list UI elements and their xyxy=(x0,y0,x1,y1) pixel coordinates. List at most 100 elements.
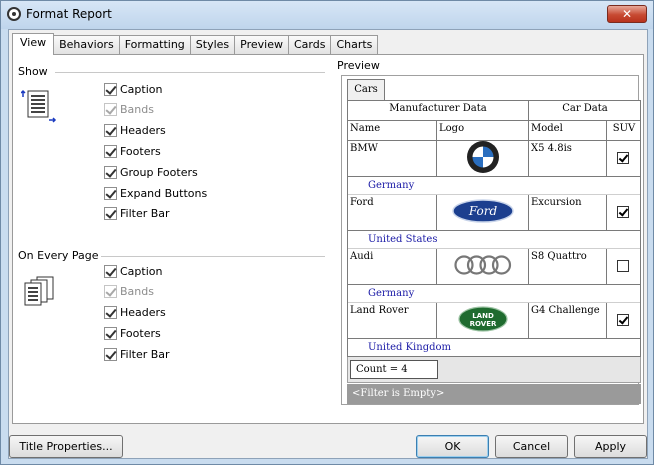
show-caption-checkbox[interactable] xyxy=(104,82,117,96)
every-page-bands-option: Bands xyxy=(104,285,154,299)
format-report-window: Format Report ✕ View Behaviors Formattin… xyxy=(0,0,654,465)
tab-cards[interactable]: Cards xyxy=(288,35,332,54)
preview-caption-tab: Cars xyxy=(347,79,385,100)
cell-suv xyxy=(607,303,640,339)
suv-checkbox xyxy=(617,206,629,218)
cancel-button[interactable]: Cancel xyxy=(495,435,568,458)
cell-model: X5 4.8is xyxy=(529,141,607,177)
show-group-footers-label: Group Footers xyxy=(120,165,198,179)
show-bands-option: Bands xyxy=(104,103,154,117)
show-group-footers-checkbox[interactable] xyxy=(104,165,117,179)
footer-area: Count = 4 xyxy=(347,357,641,383)
show-headers-label: Headers xyxy=(120,124,166,138)
every-page-headers-checkbox[interactable] xyxy=(104,306,117,320)
every-page-filter-bar-checkbox[interactable] xyxy=(104,347,117,361)
suv-checkbox xyxy=(617,314,629,326)
ok-button[interactable]: OK xyxy=(416,435,489,458)
every-page-caption-option[interactable]: Caption xyxy=(104,264,162,278)
filter-bar: <Filter is Empty> xyxy=(347,384,641,404)
every-page-footers-label: Footers xyxy=(120,326,161,340)
cell-suv xyxy=(607,249,640,285)
show-expand-buttons-label: Expand Buttons xyxy=(120,186,208,200)
show-divider xyxy=(55,72,325,73)
cell-suv xyxy=(607,195,640,231)
tab-styles[interactable]: Styles xyxy=(190,35,236,54)
show-caption-label: Caption xyxy=(120,82,163,96)
preview-pane: Cars Manufacturer Data Car Data Name Log… xyxy=(341,75,641,405)
show-group-footers-option[interactable]: Group Footers xyxy=(104,165,198,179)
svg-text:ROVER: ROVER xyxy=(469,320,496,328)
header-name: Name xyxy=(348,121,437,141)
show-footers-option[interactable]: Footers xyxy=(104,144,161,158)
dialog-body: View Behaviors Formatting Styles Preview… xyxy=(8,29,648,459)
title-bar[interactable]: Format Report ✕ xyxy=(1,1,653,29)
header-model: Model xyxy=(529,121,607,141)
cell-name: Ford xyxy=(348,195,437,231)
show-headers-checkbox[interactable] xyxy=(104,124,117,138)
show-footers-checkbox[interactable] xyxy=(104,144,117,158)
land-rover-logo: LAND ROVER xyxy=(457,306,508,335)
show-bands-checkbox xyxy=(104,103,117,117)
every-page-section-label: On Every Page xyxy=(18,249,99,262)
every-page-caption-checkbox[interactable] xyxy=(104,264,117,278)
show-expand-buttons-option[interactable]: Expand Buttons xyxy=(104,186,207,200)
cell-logo xyxy=(437,249,529,285)
show-filter-bar-label: Filter Bar xyxy=(120,207,170,221)
band-car-data: Car Data xyxy=(529,101,640,121)
show-headers-option[interactable]: Headers xyxy=(104,124,166,138)
count-summary: Count = 4 xyxy=(350,360,438,379)
every-page-caption-label: Caption xyxy=(120,264,163,278)
close-button[interactable]: ✕ xyxy=(607,5,647,23)
cell-name: Land Rover xyxy=(348,303,437,339)
band-manufacturer: Manufacturer Data xyxy=(348,101,529,121)
view-tab-panel: Show Caption Bands Headers Footers Group Foo… xyxy=(12,54,644,424)
cell-model: Excursion xyxy=(529,195,607,231)
every-page-filter-bar-option[interactable]: Filter Bar xyxy=(104,347,170,361)
tab-strip: View Behaviors Formatting Styles Preview… xyxy=(12,33,379,55)
every-page-filter-bar-label: Filter Bar xyxy=(120,347,170,361)
cell-model: S8 Quattro xyxy=(529,249,607,285)
show-filter-bar-checkbox[interactable] xyxy=(104,207,117,221)
tab-view[interactable]: View xyxy=(12,33,55,55)
suv-checkbox xyxy=(617,152,629,164)
tab-behaviors[interactable]: Behaviors xyxy=(54,35,120,54)
show-filter-bar-option[interactable]: Filter Bar xyxy=(104,207,170,221)
cell-logo: LAND ROVER xyxy=(437,303,529,339)
svg-text:Ford: Ford xyxy=(467,204,497,218)
app-gear-icon xyxy=(7,7,21,21)
every-page-footers-option[interactable]: Footers xyxy=(104,326,161,340)
every-page-bands-label: Bands xyxy=(120,285,154,299)
show-caption-option[interactable]: Caption xyxy=(104,82,162,96)
title-properties-button[interactable]: Title Properties... xyxy=(9,435,123,458)
group-footer-country: United States xyxy=(348,231,640,249)
audi-logo xyxy=(452,254,514,279)
show-section-label: Show xyxy=(18,65,48,78)
preview-label: Preview xyxy=(337,59,380,72)
group-footer-country: Germany xyxy=(348,285,640,303)
cell-model: G4 Challenge xyxy=(529,303,607,339)
window-title: Format Report xyxy=(26,7,112,21)
apply-button[interactable]: Apply xyxy=(574,435,647,458)
every-page-divider xyxy=(101,256,325,257)
show-expand-buttons-checkbox[interactable] xyxy=(104,186,117,200)
report-layout-icon xyxy=(21,89,57,123)
ford-logo: Ford xyxy=(451,199,514,226)
preview-grid: Manufacturer Data Car Data Name Logo Mod… xyxy=(347,100,641,357)
every-page-bands-checkbox xyxy=(104,285,117,299)
header-suv: SUV xyxy=(607,121,640,141)
pages-stack-icon xyxy=(24,276,54,306)
every-page-headers-option[interactable]: Headers xyxy=(104,306,166,320)
every-page-headers-label: Headers xyxy=(120,306,166,320)
every-page-footers-checkbox[interactable] xyxy=(104,326,117,340)
tab-charts[interactable]: Charts xyxy=(331,35,379,54)
svg-text:LAND: LAND xyxy=(472,312,494,320)
cell-name: Audi xyxy=(348,249,437,285)
suv-checkbox xyxy=(617,260,629,272)
cell-logo xyxy=(437,141,529,177)
group-footer-country: United Kingdom xyxy=(348,339,640,356)
tab-formatting[interactable]: Formatting xyxy=(119,35,191,54)
cell-logo: Ford xyxy=(437,195,529,231)
group-footer-country: Germany xyxy=(348,177,640,195)
tab-preview[interactable]: Preview xyxy=(235,35,289,54)
cell-suv xyxy=(607,141,640,177)
